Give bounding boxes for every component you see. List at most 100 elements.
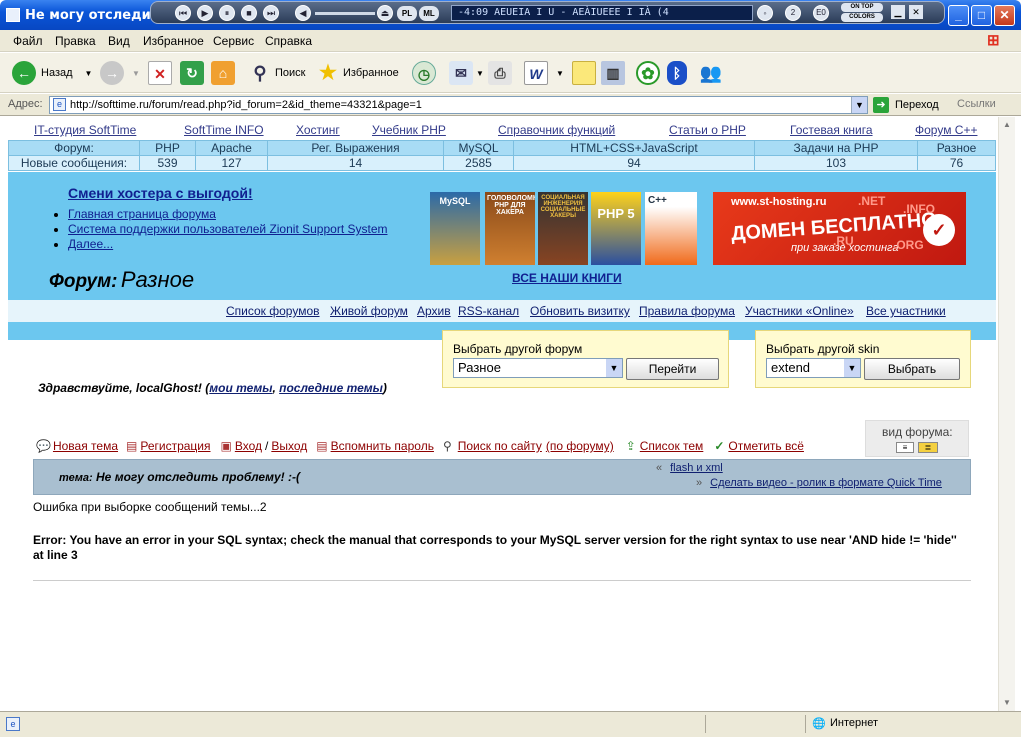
link-guestbook[interactable]: Гостевая книга [790, 123, 873, 137]
menu-edit[interactable]: Правка [55, 34, 96, 48]
scroll-down-icon[interactable]: ▼ [999, 695, 1015, 711]
hosting-ad-banner[interactable]: www.st-hosting.ru ДОМЕН БЕСПЛАТНО при за… [713, 192, 966, 265]
maximize-button[interactable]: □ [971, 5, 992, 26]
menu-help[interactable]: Справка [265, 34, 312, 48]
skin-select[interactable]: extend ▼ [766, 358, 861, 378]
back-dropdown-icon[interactable]: ▼ [85, 69, 93, 78]
menu-file[interactable]: Файл [13, 34, 43, 48]
flash-xml-link[interactable]: flash и xml [670, 462, 723, 474]
promo-hosting-link[interactable]: Смени хостера с выгодой! [68, 185, 253, 201]
apply-skin-button[interactable]: Выбрать [864, 358, 960, 380]
close-button[interactable]: ✕ [994, 5, 1015, 26]
remind-password-link[interactable]: Вспомнить пароль [331, 439, 434, 453]
nav-rss[interactable]: RSS-канал [458, 304, 519, 318]
stop-icon[interactable]: ■ [241, 5, 257, 21]
prev-track-icon[interactable]: ⏮ [175, 5, 191, 21]
mail-button[interactable]: ✉ ▼ [449, 60, 484, 86]
refresh-button[interactable]: ↻ [180, 60, 204, 86]
stats-header-tasks[interactable]: Задачи на PHP [754, 140, 918, 156]
forum-home-link[interactable]: Главная страница форума [68, 207, 216, 221]
nav-all-users[interactable]: Все участники [866, 304, 946, 318]
icq-button[interactable]: ✿ [636, 60, 660, 86]
media-minimize-icon[interactable]: ▁ [891, 5, 905, 19]
tree-view-icon[interactable]: ≣ [918, 442, 938, 453]
mail-dropdown-icon[interactable]: ▼ [476, 69, 484, 78]
stats-header-mysql[interactable]: MySQL [443, 140, 514, 156]
eject-icon[interactable]: ⏏ [377, 5, 393, 21]
stats-header-misc[interactable]: Разное [917, 140, 996, 156]
forum-select[interactable]: Разное ▼ [453, 358, 623, 378]
register-link[interactable]: Регистрация [140, 439, 210, 453]
colors-button[interactable]: COLORS [841, 13, 883, 22]
menu-tools[interactable]: Сервис [213, 34, 254, 48]
login-link[interactable]: Вход [235, 439, 262, 453]
link-php-tutorial[interactable]: Учебник PHP [372, 123, 446, 137]
next-track-icon[interactable]: ⏭ [263, 5, 279, 21]
forum-search-link[interactable]: (по форуму) [546, 439, 614, 453]
volume-slider[interactable] [315, 12, 375, 15]
edit-word-button[interactable]: W ▼ [524, 60, 564, 86]
nav-archive[interactable]: Архив [417, 304, 451, 318]
book-cover-mysql[interactable]: MySQL [430, 192, 480, 265]
messenger-button[interactable]: 👥 [699, 60, 723, 86]
forward-button[interactable]: → ▼ [100, 60, 140, 86]
print-button[interactable]: ⎙ [488, 60, 512, 86]
back-button[interactable]: ← Назад ▼ [12, 60, 92, 86]
link-it-studio[interactable]: IT-студия SoftTime [34, 123, 136, 137]
address-dropdown-icon[interactable]: ▼ [851, 97, 867, 113]
nav-forum-rules[interactable]: Правила форума [639, 304, 735, 318]
stats-header-php[interactable]: PHP [139, 140, 196, 156]
book-cover-php5[interactable]: PHP 5 [591, 192, 641, 265]
logout-link[interactable]: Выход [271, 439, 307, 453]
go-forum-button[interactable]: Перейти [626, 358, 719, 380]
nav-forum-list[interactable]: Список форумов [226, 304, 320, 318]
menu-favorites[interactable]: Избранное [143, 34, 204, 48]
quicktime-video-link[interactable]: Сделать видео - ролик в формате Quick Ti… [710, 477, 942, 489]
topic-list-link[interactable]: Список тем [640, 439, 704, 453]
favorites-button[interactable]: ★ Избранное [316, 60, 399, 86]
menu-view[interactable]: Вид [108, 34, 130, 48]
scroll-up-icon[interactable]: ▲ [999, 117, 1015, 133]
links-button[interactable]: Ссылки [957, 98, 996, 110]
link-cpp-forum[interactable]: Форум С++ [915, 123, 977, 137]
media-library-button[interactable]: ML [419, 6, 439, 21]
edit-dropdown-icon[interactable]: ▼ [556, 69, 564, 78]
more-link[interactable]: Далее... [68, 237, 113, 251]
stats-header-regex[interactable]: Рег. Выражения [267, 140, 444, 156]
link-softtime-info[interactable]: SoftTime INFO [184, 123, 264, 137]
link-hosting[interactable]: Хостинг [296, 123, 340, 137]
volume-icon[interactable]: ◀ [295, 5, 311, 21]
all-books-link[interactable]: ВСЕ НАШИ КНИГИ [512, 271, 622, 285]
nav-update-card[interactable]: Обновить визитку [530, 304, 630, 318]
go-button[interactable]: ➜ Переход [873, 96, 939, 114]
new-topic-link[interactable]: Новая тема [53, 439, 118, 453]
site-search-link[interactable]: Поиск по сайту [458, 439, 542, 453]
vertical-scrollbar[interactable]: ▲ ▼ [998, 117, 1015, 711]
pause-icon[interactable]: ⏸ [219, 5, 235, 21]
last-topics-link[interactable]: последние темы [279, 381, 383, 395]
playlist-button[interactable]: PL [397, 6, 417, 21]
bluetooth-button[interactable]: ᛒ [667, 60, 687, 86]
home-button[interactable]: ⌂ [211, 60, 235, 86]
on-top-button[interactable]: ON TOP [841, 3, 883, 12]
search-button[interactable]: ⚲ Поиск [248, 60, 305, 86]
stop-button[interactable]: ✕ [148, 60, 172, 86]
mark-all-link[interactable]: Отметить всё [728, 439, 804, 453]
equalizer-button[interactable]: E0 [813, 5, 829, 21]
book-cover-cpp[interactable]: C++ [645, 192, 697, 265]
support-system-link[interactable]: Система поддержки пользователей Zionit S… [68, 222, 388, 236]
link-function-reference[interactable]: Справочник функций [498, 123, 615, 137]
list-view-icon[interactable]: ≡ [896, 442, 914, 453]
play-icon[interactable]: ▶ [197, 5, 213, 21]
book-cover-social-engineering[interactable]: СОЦИАЛЬНАЯ ИНЖЕНЕРИЯ СОЦИАЛЬНЫЕ ХАКЕРЫ [538, 192, 588, 265]
my-topics-link[interactable]: мои темы [209, 381, 272, 395]
media-close-icon[interactable]: ✕ [909, 5, 923, 19]
stats-header-html[interactable]: HTML+CSS+JavaScript [513, 140, 755, 156]
nav-online-users[interactable]: Участники «Online» [745, 304, 854, 318]
nav-live-forum[interactable]: Живой форум [330, 304, 408, 318]
book-cover-puzzles[interactable]: ГОЛОВОЛОМКИ PHP ДЛЯ ХАКЕРА [485, 192, 535, 265]
visualizer-icon[interactable]: ◦ [757, 5, 773, 21]
minimize-button[interactable]: _ [948, 5, 969, 26]
link-php-articles[interactable]: Статьи о PHP [669, 123, 746, 137]
history-button[interactable]: ◷ [412, 60, 436, 86]
